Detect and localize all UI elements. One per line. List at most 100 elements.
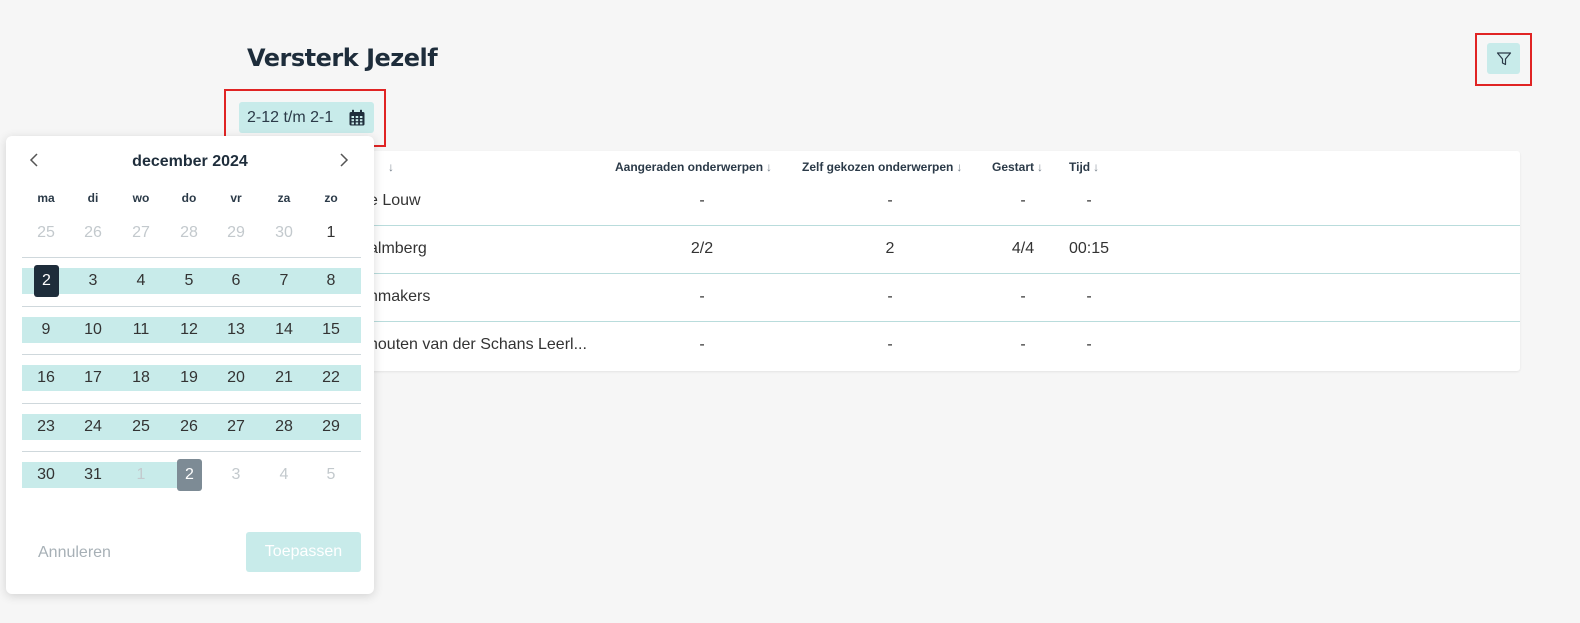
cell-started: 4/4: [1011, 240, 1035, 257]
page-title: Versterk Jezelf: [247, 44, 438, 72]
calendar-day-outside-month[interactable]: 30: [264, 220, 304, 246]
cell-started: -: [1020, 288, 1026, 305]
calendar-day-in-range[interactable]: 5: [169, 268, 209, 294]
results-table: ↓ Aangeraden onderwerpen ↓ Zelf gekozen o…: [247, 151, 1520, 371]
calendar-day-in-range[interactable]: 8: [311, 268, 351, 294]
weekday-label: vr: [230, 191, 242, 205]
calendar-day-in-range[interactable]: 31: [73, 462, 113, 488]
calendar-day-in-range[interactable]: 30: [26, 462, 66, 488]
calendar-day-in-range[interactable]: 9: [26, 317, 66, 343]
column-header-name[interactable]: ↓: [385, 160, 394, 174]
calendar-day-in-range[interactable]: 14: [264, 317, 304, 343]
column-header-recommended[interactable]: Aangeraden onderwerpen ↓: [615, 160, 772, 174]
calendar-day-in-range[interactable]: 19: [169, 365, 209, 391]
next-month-button[interactable]: [334, 152, 354, 173]
cell-chosen: -: [887, 336, 893, 353]
date-range-button[interactable]: 2-12 t/m 2-1: [239, 102, 374, 133]
calendar-day-in-range[interactable]: 23: [26, 414, 66, 440]
cell-name: nmakers: [369, 288, 431, 305]
sort-arrow-icon: ↓: [1093, 160, 1100, 174]
calendar-day-in-range[interactable]: 3: [73, 268, 113, 294]
table-row[interactable]: e Louw - - - -: [247, 178, 1520, 226]
calendar-day-outside-month[interactable]: 25: [26, 220, 66, 246]
filter-button[interactable]: [1487, 43, 1520, 74]
table-row[interactable]: houten van der Schans Leerl... - - - -: [247, 322, 1520, 370]
calendar-day-in-range[interactable]: 18: [121, 365, 161, 391]
calendar-day-outside-month[interactable]: 4: [264, 462, 304, 488]
calendar-day-in-range[interactable]: 12: [169, 317, 209, 343]
calendar-day-range-start[interactable]: 2: [34, 265, 59, 297]
weekday-label: zo: [324, 191, 338, 205]
cell-recommended: -: [699, 288, 705, 305]
cell-started: -: [1020, 192, 1026, 209]
calendar-day-in-range[interactable]: 24: [73, 414, 113, 440]
sort-arrow-icon: ↓: [956, 160, 963, 174]
sort-arrow-icon: ↓: [1037, 160, 1044, 174]
calendar-day-range-end[interactable]: 2: [177, 459, 202, 491]
calendar-day-outside-month[interactable]: 27: [121, 220, 161, 246]
calendar-day-in-range[interactable]: 27: [216, 414, 256, 440]
calendar-day-in-range[interactable]: 25: [121, 414, 161, 440]
cell-name: houten van der Schans Leerl...: [369, 336, 587, 353]
week-divider: [22, 257, 361, 258]
cell-time: -: [1086, 336, 1092, 353]
calendar-icon: [349, 109, 365, 125]
cell-recommended: -: [699, 336, 705, 353]
calendar-day-in-range[interactable]: 22: [311, 365, 351, 391]
date-picker-popup: december 2024 ma di wo do vr za zo 25 26…: [6, 136, 374, 594]
calendar-day-outside-month[interactable]: 28: [169, 220, 209, 246]
calendar-day-in-range[interactable]: 29: [311, 414, 351, 440]
calendar-day-in-range[interactable]: 28: [264, 414, 304, 440]
calendar-month-label: december 2024: [132, 153, 248, 170]
cell-recommended: -: [699, 192, 705, 209]
calendar-day-in-range[interactable]: 17: [73, 365, 113, 391]
sort-arrow-icon: ↓: [388, 160, 394, 174]
weekday-label: di: [87, 191, 99, 205]
cell-chosen: -: [887, 192, 893, 209]
week-divider: [22, 403, 361, 404]
week-divider: [22, 451, 361, 452]
calendar-day-outside-month[interactable]: 5: [311, 462, 351, 488]
calendar-day-in-range[interactable]: 15: [311, 317, 351, 343]
weekday-label: za: [277, 191, 291, 205]
date-range-label: 2-12 t/m 2-1: [247, 108, 334, 126]
calendar-day-in-range[interactable]: 7: [264, 268, 304, 294]
weekday-label: ma: [37, 191, 55, 205]
cell-time: -: [1086, 192, 1092, 209]
week-divider: [22, 306, 361, 307]
chevron-right-icon: [340, 153, 349, 167]
calendar-day-in-range[interactable]: 11: [121, 317, 161, 343]
calendar-day-in-range[interactable]: 26: [169, 414, 209, 440]
sort-arrow-icon: ↓: [766, 160, 773, 174]
calendar-day-in-range[interactable]: 4: [121, 268, 161, 294]
column-header-chosen[interactable]: Zelf gekozen onderwerpen ↓: [802, 160, 962, 174]
calendar-day-in-range[interactable]: 13: [216, 317, 256, 343]
weekday-label: wo: [132, 191, 150, 205]
calendar-day-in-range[interactable]: 16: [26, 365, 66, 391]
cell-time: -: [1086, 288, 1092, 305]
calendar-day[interactable]: 1: [311, 220, 351, 246]
cell-name: almberg: [369, 240, 427, 257]
cell-chosen: -: [887, 288, 893, 305]
cell-chosen: 2: [885, 240, 895, 257]
calendar-day-in-range[interactable]: 10: [73, 317, 113, 343]
calendar-day-outside-month[interactable]: 29: [216, 220, 256, 246]
cancel-button[interactable]: Annuleren: [38, 544, 111, 562]
cell-started: -: [1020, 336, 1026, 353]
apply-button[interactable]: Toepassen: [246, 532, 361, 572]
table-row[interactable]: almberg 2/2 2 4/4 00:15: [247, 226, 1520, 274]
calendar-day-outside-month[interactable]: 3: [216, 462, 256, 488]
filter-icon: [1496, 51, 1511, 65]
calendar-day-outside-month[interactable]: 26: [73, 220, 113, 246]
cell-time: 00:15: [1068, 240, 1110, 257]
cell-recommended: 2/2: [690, 240, 714, 257]
calendar-day-in-range[interactable]: 6: [216, 268, 256, 294]
column-header-started[interactable]: Gestart ↓: [992, 160, 1043, 174]
calendar-day-in-range[interactable]: 21: [264, 365, 304, 391]
calendar-day-in-range[interactable]: 20: [216, 365, 256, 391]
column-header-time[interactable]: Tijd ↓: [1069, 160, 1099, 174]
week-divider: [22, 354, 361, 355]
table-row[interactable]: nmakers - - - -: [247, 274, 1520, 322]
calendar-day-outside-month[interactable]: 1: [121, 462, 161, 488]
weekday-label: do: [181, 191, 197, 205]
